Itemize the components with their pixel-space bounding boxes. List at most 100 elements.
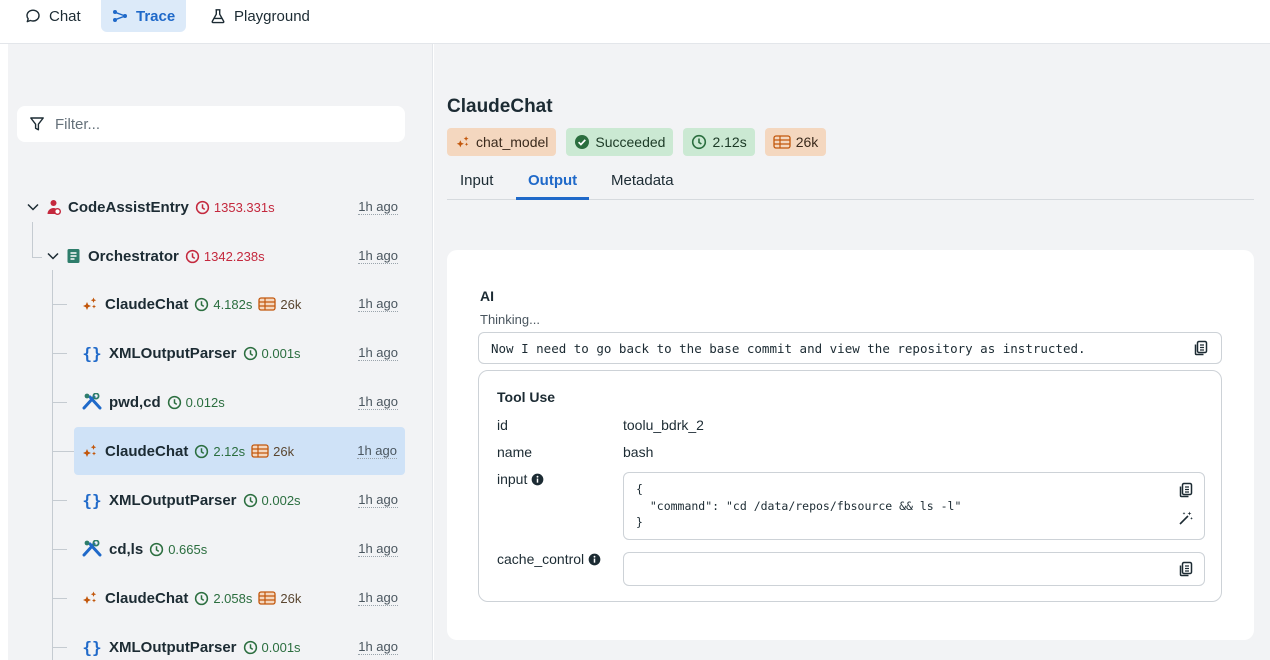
duration-meta: 2.058s [194, 591, 252, 606]
tree-row-claudechat[interactable]: ClaudeChat 4.182s 26k 1h ago [74, 280, 406, 328]
tree-connector [52, 500, 67, 501]
database-icon [773, 135, 791, 149]
clock-icon [167, 395, 181, 409]
tab-trace[interactable]: Trace [101, 0, 187, 32]
duration-value: 1342.238s [203, 248, 265, 264]
tree-connector [52, 451, 74, 452]
tab-chat-label: Chat [49, 7, 81, 25]
duration-value: 0.002s [261, 492, 301, 508]
tree-node-name: Orchestrator [88, 247, 179, 265]
magic-wand-icon[interactable] [1178, 510, 1194, 526]
copy-icon[interactable] [1178, 482, 1194, 498]
copy-icon[interactable] [1178, 561, 1194, 577]
name-key-label: name [497, 444, 533, 460]
filter-input[interactable] [55, 115, 375, 133]
tokens-meta: 26k [251, 444, 294, 459]
id-value: toolu_bdrk_2 [623, 417, 704, 433]
duration-meta: 0.002s [243, 493, 301, 508]
tree-row-xmloutputparser[interactable]: {} XMLOutputParser 0.002s 1h ago [74, 476, 406, 524]
filter-icon [30, 117, 44, 131]
tree-node-name: pwd,cd [109, 393, 161, 411]
tree-node-name: cd,ls [109, 540, 144, 558]
detail-title: ClaudeChat [447, 96, 553, 117]
trace-icon [113, 10, 127, 22]
tree-connector [32, 257, 42, 258]
tree-row-cd-ls[interactable]: cd,ls 0.665s 1h ago [74, 525, 406, 573]
duration-meta: 1353.331s [195, 200, 275, 215]
tool-use-title: Tool Use [497, 389, 556, 405]
tree-node-name: ClaudeChat [105, 442, 189, 460]
info-icon[interactable] [588, 553, 601, 566]
tokens-value: 26k [280, 296, 302, 312]
tokens-value: 26k [280, 590, 302, 606]
input-key-label: input [497, 471, 528, 487]
duration-value: 0.665s [168, 541, 208, 557]
tree-row-claudechat-selected[interactable]: ClaudeChat 2.12s 26k 1h ago [74, 427, 405, 475]
time-ago: 1h ago [358, 590, 398, 606]
clock-icon [243, 346, 257, 360]
chevron-down-icon[interactable] [46, 249, 60, 263]
tree-row-codeassistentry[interactable]: CodeAssistEntry 1353.331s 1h ago [26, 183, 406, 231]
sparkle-icon [81, 295, 99, 313]
time-ago: 1h ago [357, 443, 397, 459]
tab-output[interactable]: Output [516, 172, 590, 200]
flask-icon [211, 9, 225, 24]
time-ago: 1h ago [358, 394, 398, 410]
tree-connector [52, 647, 67, 648]
tree-node-name: XMLOutputParser [109, 638, 237, 656]
filter-box[interactable] [17, 106, 405, 142]
time-ago: 1h ago [358, 248, 398, 264]
sparkle-icon [81, 589, 99, 607]
chevron-down-icon[interactable] [26, 200, 40, 214]
tree-row-pwd-cd[interactable]: pwd,cd 0.012s 1h ago [74, 378, 406, 426]
type-badge: chat_model [447, 128, 557, 156]
tree-row-xmloutputparser[interactable]: {} XMLOutputParser 0.001s 1h ago [74, 623, 406, 660]
database-icon [258, 297, 277, 311]
status-badge: Succeeded [566, 128, 674, 156]
tree-node-name: XMLOutputParser [109, 491, 237, 509]
duration-value: 0.001s [261, 639, 301, 655]
cache-control-box[interactable] [623, 552, 1205, 586]
name-value: bash [623, 444, 654, 460]
status-badge-label: Succeeded [595, 134, 666, 150]
tool-use-card: Tool Use id toolu_bdrk_2 name bash input… [478, 370, 1222, 602]
id-key-label: id [497, 417, 508, 433]
tab-metadata[interactable]: Metadata [611, 172, 674, 200]
tab-input[interactable]: Input [460, 172, 493, 200]
sparkle-icon [81, 442, 99, 460]
copy-icon[interactable] [1193, 340, 1209, 356]
name-key: name [497, 444, 532, 460]
clock-icon [195, 444, 209, 458]
tokens-meta: 26k [258, 591, 301, 606]
tokens-badge-label: 26k [795, 134, 819, 150]
trace-tree-panel: CodeAssistEntry 1353.331s 1h ago Orchest… [8, 44, 433, 660]
braces-icon: {} [82, 490, 102, 510]
tokens-value: 26k [273, 443, 295, 459]
tree-row-xmloutputparser[interactable]: {} XMLOutputParser 0.001s 1h ago [74, 329, 406, 377]
tab-chat[interactable]: Chat [14, 0, 92, 32]
duration-value: 4.182s [213, 296, 253, 312]
cache-control-key: cache_control [497, 551, 601, 567]
duration-value: 2.12s [213, 443, 246, 459]
tree-connector [52, 270, 53, 660]
detail-tabs: Input Output Metadata [447, 172, 1254, 200]
detail-panel: ClaudeChat chat_model Succeeded 2.12s 26… [434, 44, 1270, 660]
duration-meta: 1342.238s [185, 249, 265, 264]
tab-playground[interactable]: Playground [199, 0, 321, 32]
input-code-box[interactable]: { "command": "cd /data/repos/fbsource &&… [623, 472, 1205, 540]
time-ago: 1h ago [358, 199, 398, 215]
tab-playground-label: Playground [234, 7, 310, 25]
clock-icon [150, 542, 164, 556]
tree-connector [52, 353, 67, 354]
database-icon [251, 444, 269, 458]
duration-value: 0.012s [185, 394, 225, 410]
duration-value: 0.001s [261, 345, 301, 361]
tree-row-claudechat[interactable]: ClaudeChat 2.058s 26k 1h ago [74, 574, 406, 622]
duration-meta: 4.182s [194, 297, 252, 312]
info-icon[interactable] [531, 473, 544, 486]
time-ago: 1h ago [358, 541, 398, 557]
sparkle-icon [456, 136, 469, 148]
time-ago: 1h ago [358, 639, 398, 655]
clock-icon [195, 200, 210, 214]
tree-row-orchestrator[interactable]: Orchestrator 1342.238s 1h ago [46, 232, 406, 280]
